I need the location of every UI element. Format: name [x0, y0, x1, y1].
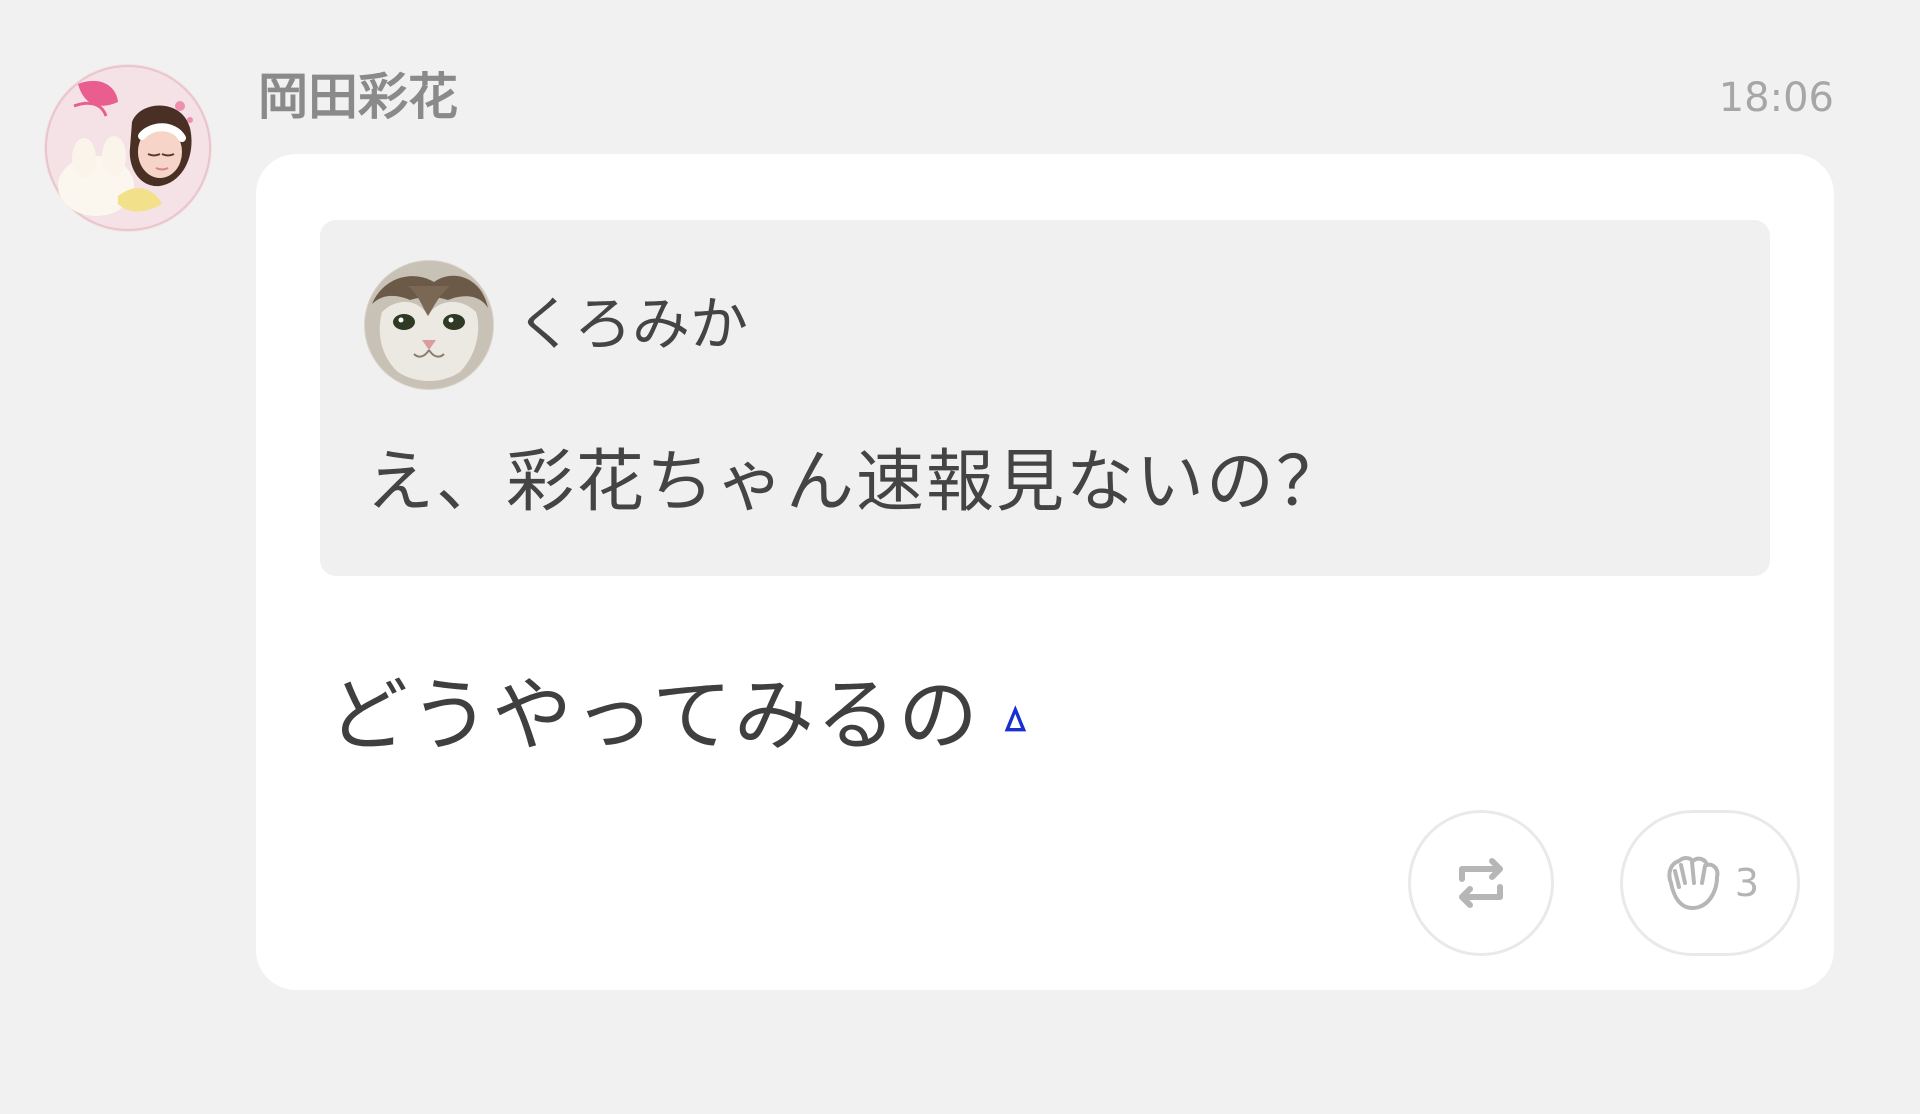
- message-bubble: くろみか え、彩花ちゃん速報見ないの？ どうやってみるのㅿ 3: [256, 154, 1834, 990]
- quoted-author-name[interactable]: くろみか: [516, 284, 748, 364]
- sender-name[interactable]: 岡田彩花: [258, 62, 458, 132]
- clap-count: 3: [1734, 861, 1760, 905]
- message-timestamp: 18:06: [1718, 75, 1834, 121]
- quoted-message-text: え、彩花ちゃん速報見ないの？: [366, 443, 1347, 522]
- quoted-message-card[interactable]: くろみか え、彩花ちゃん速報見ないの？: [320, 220, 1770, 576]
- message-text: どうやってみるのㅿ: [328, 666, 1036, 771]
- repost-button[interactable]: [1408, 810, 1554, 956]
- sender-avatar[interactable]: [44, 64, 212, 232]
- clap-button[interactable]: 3: [1620, 810, 1800, 956]
- repost-icon: [1459, 858, 1503, 908]
- quoted-author-avatar[interactable]: [364, 260, 494, 390]
- sad-emoticon: ㅿ: [994, 694, 1037, 748]
- message-body: どうやってみるの: [328, 669, 980, 762]
- clap-icon: [1667, 856, 1720, 910]
